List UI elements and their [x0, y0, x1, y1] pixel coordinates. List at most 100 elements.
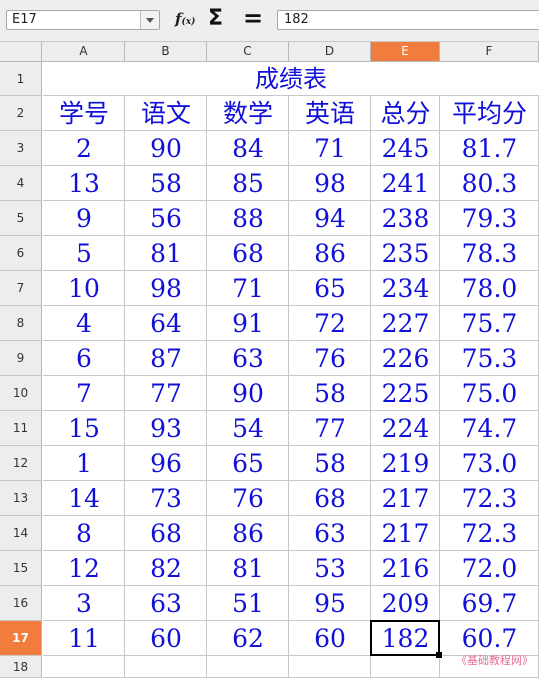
row-header-3[interactable]: 3 [0, 131, 42, 166]
table-cell[interactable]: 72.3 [440, 481, 539, 516]
column-header-f[interactable]: F [440, 42, 539, 61]
table-cell[interactable]: 238 [371, 201, 440, 236]
table-cell[interactable]: 58 [125, 166, 207, 201]
table-cell[interactable]: 82 [125, 551, 207, 586]
column-header-b[interactable]: B [125, 42, 207, 61]
table-cell[interactable]: 90 [125, 131, 207, 166]
fill-handle[interactable] [436, 652, 442, 658]
table-cell[interactable]: 60 [289, 621, 371, 656]
table-cell[interactable]: 81 [125, 236, 207, 271]
select-all-corner[interactable] [0, 42, 42, 61]
table-cell[interactable]: 234 [371, 271, 440, 306]
column-header-c[interactable]: C [207, 42, 289, 61]
table-cell[interactable]: 224 [371, 411, 440, 446]
table-cell[interactable]: 72.0 [440, 551, 539, 586]
formula-input[interactable]: 182 [277, 10, 539, 30]
table-cell[interactable]: 91 [207, 306, 289, 341]
function-wizard-icon[interactable]: f(x) [175, 10, 195, 28]
formula-icon[interactable]: = [243, 4, 263, 32]
table-cell[interactable]: 72.3 [440, 516, 539, 551]
table-cell[interactable]: 219 [371, 446, 440, 481]
header-cell[interactable]: 语文 [125, 96, 207, 131]
table-cell[interactable]: 65 [207, 446, 289, 481]
table-cell[interactable]: 58 [289, 446, 371, 481]
table-cell[interactable]: 77 [289, 411, 371, 446]
table-cell[interactable]: 95 [289, 586, 371, 621]
header-cell[interactable]: 数学 [207, 96, 289, 131]
table-cell[interactable]: 75.7 [440, 306, 539, 341]
table-cell[interactable]: 217 [371, 481, 440, 516]
name-box[interactable]: E17 [6, 10, 160, 30]
row-header-11[interactable]: 11 [0, 411, 42, 446]
table-cell[interactable]: 63 [125, 586, 207, 621]
table-cell[interactable]: 217 [371, 516, 440, 551]
sheet-grid[interactable]: 成绩表 学号 语文 数学 英语 总分 平均分 2 90 84 71 245 81.7 13 58 85 98 2… [43, 62, 539, 678]
table-cell[interactable]: 226 [371, 341, 440, 376]
table-cell[interactable]: 85 [207, 166, 289, 201]
table-cell[interactable]: 245 [371, 131, 440, 166]
row-header-13[interactable]: 13 [0, 481, 42, 516]
table-cell[interactable]: 96 [125, 446, 207, 481]
table-cell[interactable]: 65 [289, 271, 371, 306]
table-cell[interactable]: 76 [289, 341, 371, 376]
table-cell[interactable]: 209 [371, 586, 440, 621]
row-header-14[interactable]: 14 [0, 516, 42, 551]
table-cell[interactable]: 68 [289, 481, 371, 516]
table-cell[interactable]: 58 [289, 376, 371, 411]
table-cell[interactable]: 72 [289, 306, 371, 341]
table-cell[interactable]: 69.7 [440, 586, 539, 621]
table-cell[interactable]: 53 [289, 551, 371, 586]
table-cell[interactable]: 77 [125, 376, 207, 411]
row-header-18[interactable]: 18 [0, 656, 42, 678]
table-cell[interactable]: 2 [43, 131, 125, 166]
header-cell[interactable]: 平均分 [440, 96, 539, 131]
row-header-15[interactable]: 15 [0, 551, 42, 586]
row-header-9[interactable]: 9 [0, 341, 42, 376]
table-cell[interactable]: 93 [125, 411, 207, 446]
active-cell-cursor[interactable] [370, 620, 440, 656]
table-cell[interactable]: 81.7 [440, 131, 539, 166]
column-header-a[interactable]: A [43, 42, 125, 61]
table-cell[interactable]: 94 [289, 201, 371, 236]
table-cell[interactable]: 51 [207, 586, 289, 621]
table-cell[interactable]: 71 [207, 271, 289, 306]
row-header-2[interactable]: 2 [0, 96, 42, 131]
table-cell[interactable]: 80.3 [440, 166, 539, 201]
row-header-5[interactable]: 5 [0, 201, 42, 236]
table-cell[interactable]: 11 [43, 621, 125, 656]
table-cell[interactable]: 86 [289, 236, 371, 271]
table-cell[interactable]: 5 [43, 236, 125, 271]
table-cell[interactable]: 15 [43, 411, 125, 446]
table-cell[interactable]: 63 [289, 516, 371, 551]
table-cell[interactable]: 54 [207, 411, 289, 446]
table-cell[interactable]: 62 [207, 621, 289, 656]
table-cell[interactable]: 79.3 [440, 201, 539, 236]
table-cell[interactable]: 68 [125, 516, 207, 551]
chevron-down-icon[interactable] [140, 11, 159, 29]
sum-icon[interactable]: Σ [208, 6, 223, 31]
header-cell[interactable]: 总分 [371, 96, 440, 131]
table-cell[interactable]: 74.7 [440, 411, 539, 446]
table-cell[interactable]: 7 [43, 376, 125, 411]
header-cell[interactable]: 英语 [289, 96, 371, 131]
table-cell[interactable]: 6 [43, 341, 125, 376]
table-cell[interactable]: 8 [43, 516, 125, 551]
table-cell[interactable]: 12 [43, 551, 125, 586]
table-cell[interactable]: 81 [207, 551, 289, 586]
table-cell[interactable]: 216 [371, 551, 440, 586]
table-cell[interactable]: 76 [207, 481, 289, 516]
table-cell[interactable]: 75.0 [440, 376, 539, 411]
table-cell[interactable]: 88 [207, 201, 289, 236]
table-cell[interactable]: 14 [43, 481, 125, 516]
table-cell[interactable]: 56 [125, 201, 207, 236]
row-header-7[interactable]: 7 [0, 271, 42, 306]
table-cell[interactable]: 90 [207, 376, 289, 411]
table-cell[interactable]: 63 [207, 341, 289, 376]
row-header-17[interactable]: 17 [0, 621, 42, 656]
table-cell[interactable]: 87 [125, 341, 207, 376]
header-cell[interactable]: 学号 [43, 96, 125, 131]
table-cell[interactable]: 4 [43, 306, 125, 341]
table-cell[interactable]: 98 [289, 166, 371, 201]
table-cell[interactable]: 13 [43, 166, 125, 201]
row-header-16[interactable]: 16 [0, 586, 42, 621]
